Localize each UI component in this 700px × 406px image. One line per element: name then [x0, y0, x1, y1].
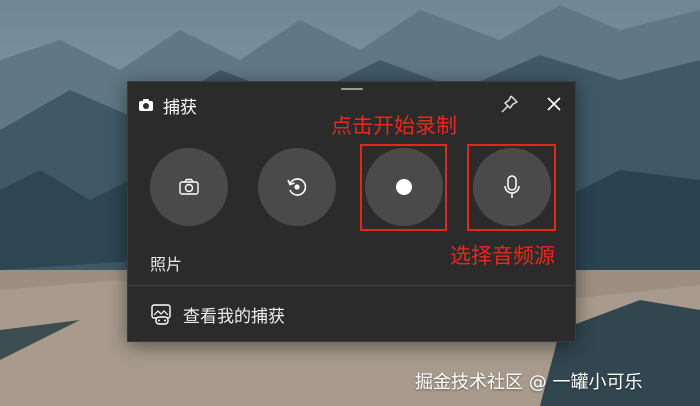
widget-title: 捕获: [163, 98, 197, 118]
close-icon[interactable]: [544, 94, 564, 114]
record-last-button[interactable]: [258, 148, 336, 226]
pin-icon[interactable]: [498, 93, 520, 115]
mic-annotation-label: 选择音频源: [450, 244, 555, 268]
camera-icon: [178, 177, 200, 197]
record-annotation-label: 点击开始录制: [331, 114, 457, 138]
view-captures-link[interactable]: 查看我的捕获: [128, 286, 575, 343]
view-captures-label: 查看我的捕获: [183, 307, 285, 327]
record-annotation-box: [360, 144, 447, 231]
camera-icon: [138, 97, 154, 113]
watermark: 掘金技术社区 @ 一罐小可乐: [415, 372, 643, 393]
mic-annotation-box: [467, 144, 556, 231]
screenshot-button[interactable]: [150, 148, 228, 226]
replay-icon: [285, 175, 309, 199]
gallery-controller-icon: [150, 303, 172, 325]
photo-label: 照片: [150, 255, 183, 274]
